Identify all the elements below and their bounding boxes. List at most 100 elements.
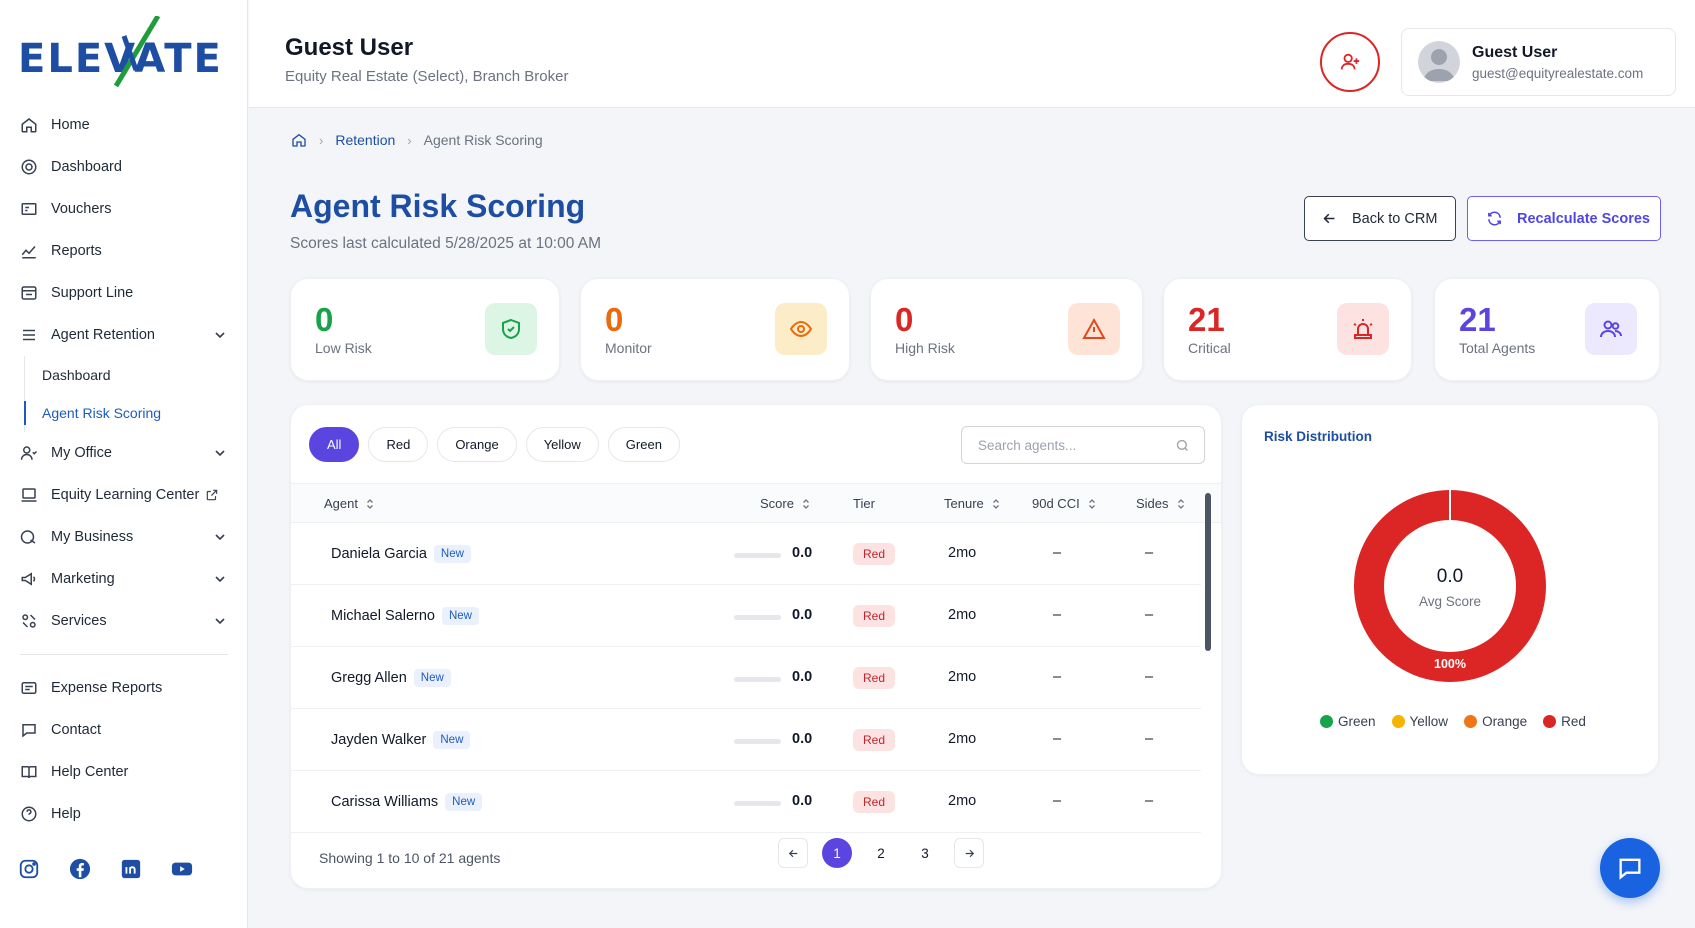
column-header-agent[interactable]: Agent bbox=[324, 496, 376, 511]
legend-item-orange: Orange bbox=[1464, 714, 1527, 729]
tenure-value: 2mo bbox=[948, 607, 977, 623]
score-bar bbox=[734, 739, 781, 744]
sidebar-subitem-dashboard[interactable]: Dashboard bbox=[25, 356, 248, 394]
page-button-1[interactable]: 1 bbox=[822, 838, 852, 868]
sidebar-item-dashboard[interactable]: Dashboard bbox=[0, 146, 248, 188]
sidebar-item-label: Equity Learning Center bbox=[51, 487, 200, 503]
agent-name: Jayden Walker bbox=[331, 732, 427, 748]
recalculate-scores-button[interactable]: Recalculate Scores bbox=[1467, 196, 1661, 241]
prev-page-button[interactable] bbox=[778, 838, 808, 868]
instagram-icon[interactable] bbox=[18, 858, 40, 880]
table-row[interactable]: Daniela Garcia New 0.0 Red 2mo – – bbox=[291, 524, 1201, 585]
next-page-button[interactable] bbox=[954, 838, 984, 868]
column-header-90d-cci[interactable]: 90d CCI bbox=[1032, 496, 1098, 511]
sidebar-item-my-office[interactable]: My Office bbox=[0, 432, 248, 474]
stat-card-total-agents: 21 Total Agents bbox=[1434, 278, 1660, 381]
page-button-2[interactable]: 2 bbox=[866, 838, 896, 868]
sidebar-item-help[interactable]: Help bbox=[0, 793, 248, 835]
arrow-left-icon bbox=[788, 849, 797, 857]
legend-item-green: Green bbox=[1320, 714, 1376, 729]
sidebar-item-help-center[interactable]: Help Center bbox=[0, 751, 248, 793]
megaphone-icon bbox=[21, 572, 36, 586]
sort-icon bbox=[992, 498, 999, 509]
column-header-tenure[interactable]: Tenure bbox=[944, 496, 1002, 511]
sidebar-item-label: My Business bbox=[51, 529, 134, 545]
voucher-icon bbox=[21, 203, 37, 215]
warning-icon bbox=[1068, 303, 1120, 355]
add-user-button[interactable] bbox=[1320, 32, 1380, 92]
filter-pill-yellow[interactable]: Yellow bbox=[525, 427, 599, 462]
sidebar-item-reports[interactable]: Reports bbox=[0, 230, 248, 272]
sidebar-item-home[interactable]: Home bbox=[0, 104, 248, 146]
live-chat-button[interactable] bbox=[1600, 838, 1660, 898]
home-icon bbox=[21, 118, 37, 133]
tier-filter-pills: All Red Orange Yellow Green bbox=[309, 427, 680, 462]
risk-distribution-card: Risk Distribution 0.0 Avg Score 100% Gre… bbox=[1241, 404, 1659, 775]
sidebar-item-equity-learning-center[interactable]: Equity Learning Center bbox=[0, 474, 248, 516]
page-subtitle: Scores last calculated 5/28/2025 at 10:0… bbox=[290, 235, 602, 252]
filter-pill-orange[interactable]: Orange bbox=[437, 427, 517, 462]
sidebar-subitem-agent-risk-scoring[interactable]: Agent Risk Scoring bbox=[25, 394, 248, 432]
filter-pill-green[interactable]: Green bbox=[607, 427, 680, 462]
business-icon bbox=[20, 530, 36, 544]
legend-item-yellow: Yellow bbox=[1391, 714, 1448, 729]
search-input[interactable] bbox=[962, 427, 1162, 463]
agents-table-card: All Red Orange Yellow Green Agent Score … bbox=[290, 404, 1222, 889]
siren-icon bbox=[1337, 303, 1389, 355]
filter-pill-all[interactable]: All bbox=[309, 427, 360, 462]
tier-badge: Red bbox=[853, 543, 896, 565]
user-profile-card[interactable]: Guest User guest@equityrealestate.com bbox=[1401, 28, 1676, 96]
sidebar-divider bbox=[20, 654, 228, 655]
score-value: 0.0 bbox=[792, 545, 813, 561]
sidebar-item-services[interactable]: Services bbox=[0, 600, 248, 642]
stat-label: Total Agents bbox=[1459, 340, 1536, 356]
new-badge: New bbox=[445, 793, 483, 811]
new-badge: New bbox=[433, 545, 471, 563]
arrow-right-icon bbox=[965, 849, 974, 857]
breadcrumb-current: Agent Risk Scoring bbox=[423, 132, 543, 148]
table-row[interactable]: Carissa Williams New 0.0 Red 2mo – – bbox=[291, 772, 1201, 833]
page-button-3[interactable]: 3 bbox=[910, 838, 940, 868]
sidebar-item-contact[interactable]: Contact bbox=[0, 709, 248, 751]
stat-card-high-risk: 0 High Risk bbox=[870, 278, 1143, 381]
legend-dot bbox=[1543, 715, 1557, 728]
back-to-crm-label: Back to CRM bbox=[1352, 210, 1438, 227]
pagination-summary: Showing 1 to 10 of 21 agents bbox=[319, 850, 501, 866]
column-header-sides[interactable]: Sides bbox=[1136, 496, 1187, 511]
sidebar-item-vouchers[interactable]: Vouchers bbox=[0, 188, 248, 230]
breadcrumb-retention-link[interactable]: Retention bbox=[335, 132, 395, 148]
user-card-email: guest@equityrealestate.com bbox=[1472, 65, 1644, 81]
sidebar-item-my-business[interactable]: My Business bbox=[0, 516, 248, 558]
new-badge: New bbox=[441, 607, 479, 625]
table-scrollbar[interactable] bbox=[1205, 493, 1211, 651]
facebook-icon[interactable] bbox=[69, 858, 91, 880]
sidebar-item-label: Vouchers bbox=[51, 201, 112, 217]
score-bar bbox=[734, 801, 781, 806]
column-header-score[interactable]: Score bbox=[760, 496, 812, 511]
elevate-logo[interactable]: ELEVATE bbox=[18, 16, 221, 94]
chevron-down-icon bbox=[215, 576, 225, 583]
table-row[interactable]: Gregg Allen New 0.0 Red 2mo – – bbox=[291, 648, 1201, 709]
agent-name: Carissa Williams bbox=[331, 794, 439, 810]
home-icon[interactable] bbox=[291, 132, 307, 148]
table-row[interactable]: Michael Salerno New 0.0 Red 2mo – – bbox=[291, 586, 1201, 647]
sidebar-item-marketing[interactable]: Marketing bbox=[0, 558, 248, 600]
sidebar-item-label: Agent Retention bbox=[51, 327, 155, 343]
chart-legend: Green Yellow Orange Red bbox=[1320, 714, 1586, 729]
back-to-crm-button[interactable]: Back to CRM bbox=[1304, 196, 1456, 241]
breadcrumb-separator: › bbox=[319, 132, 324, 148]
sidebar-item-support-line[interactable]: Support Line bbox=[0, 272, 248, 314]
sidebar-item-label: My Office bbox=[51, 445, 112, 461]
sidebar-item-label: Help bbox=[51, 806, 81, 822]
sides-value: – bbox=[1145, 669, 1154, 685]
sidebar-item-expense-reports[interactable]: Expense Reports bbox=[0, 667, 248, 709]
youtube-icon[interactable] bbox=[171, 858, 193, 880]
sidebar-item-agent-retention[interactable]: Agent Retention bbox=[0, 314, 248, 356]
agent-name: Gregg Allen bbox=[331, 670, 407, 686]
column-header-tier: Tier bbox=[853, 496, 875, 511]
table-row[interactable]: Jayden Walker New 0.0 Red 2mo – – bbox=[291, 710, 1201, 771]
linkedin-icon[interactable] bbox=[120, 858, 142, 880]
sidebar-item-label: Services bbox=[51, 613, 107, 629]
filter-pill-red[interactable]: Red bbox=[368, 427, 429, 462]
chevron-down-icon bbox=[215, 450, 225, 457]
